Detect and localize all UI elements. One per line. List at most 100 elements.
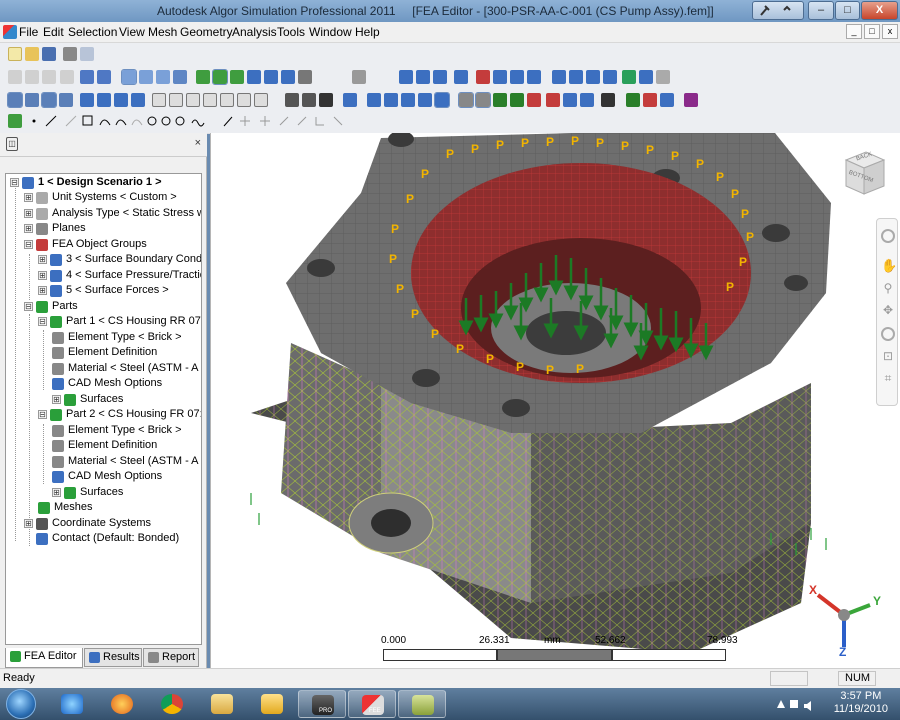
select-surfaces-icon[interactable] (196, 70, 210, 84)
view-cube-5-icon[interactable] (220, 93, 234, 107)
tree-item-contact[interactable]: Contact (Default: Bonded) (24, 532, 200, 547)
display-tool-12-icon[interactable] (510, 93, 524, 107)
display-tool-6-icon[interactable] (401, 93, 415, 107)
new-icon[interactable] (8, 47, 22, 61)
load-tool-1-icon[interactable] (552, 70, 566, 84)
display-tool-18-icon[interactable] (626, 93, 640, 107)
model-tool-4-icon[interactable] (527, 70, 541, 84)
taskbar-app-pro-icon[interactable]: PRO (298, 690, 346, 718)
select-nodes-icon[interactable] (281, 70, 295, 84)
taskbar-firefox-icon[interactable] (98, 690, 146, 718)
taskbar-ie-icon[interactable] (48, 690, 96, 718)
display-tool-11-icon[interactable] (493, 93, 507, 107)
view-tool-8-icon[interactable] (131, 93, 145, 107)
start-button[interactable] (6, 689, 36, 719)
select-edges-icon[interactable] (230, 70, 244, 84)
tree-item-group-3[interactable]: ⊞ 3 < Surface Boundary Condit (38, 253, 201, 268)
taskbar-explorer-icon[interactable] (198, 690, 246, 718)
save-icon[interactable] (42, 47, 56, 61)
model-tool-3-icon[interactable] (510, 70, 524, 84)
display-tool-20-icon[interactable] (660, 93, 674, 107)
tree-item-part1-element-type[interactable]: Element Type < Brick > (52, 331, 200, 346)
mesh-tool-1-icon[interactable] (399, 70, 413, 84)
display-tool-17-icon[interactable] (601, 93, 615, 107)
tree-item-part2-surfaces[interactable]: ⊞ Surfaces (52, 486, 200, 501)
display-tool-19-icon[interactable] (643, 93, 657, 107)
tree-item-group-5[interactable]: ⊞ 5 < Surface Forces > (38, 284, 200, 299)
sketch-tools-icon[interactable] (28, 113, 218, 129)
sketch-edit-tools-icon[interactable] (220, 113, 360, 129)
view-cube-7-icon[interactable] (254, 93, 268, 107)
view-tool-4-icon[interactable] (59, 93, 73, 107)
tree-item-fea-object-groups[interactable]: ⊟ FEA Object Groups (24, 238, 200, 253)
mdi-minimize-button[interactable]: _ (846, 24, 862, 39)
maximize-button[interactable]: □ (835, 1, 860, 20)
tree-item-parts[interactable]: ⊟ Parts (24, 300, 200, 315)
display-tool-4-icon[interactable] (367, 93, 381, 107)
tree-item-coordinate-systems[interactable]: ⊞ Coordinate Systems (24, 517, 200, 532)
tab-results[interactable]: Results (84, 648, 142, 667)
model-viewport[interactable]: PPP PPP PPP PPP PPP PP PPP PPP PPP PPP B… (210, 133, 900, 668)
taskbar-clock[interactable]: 3:57 PM 11/19/2010 (834, 690, 888, 716)
system-tray[interactable] (774, 696, 814, 712)
display-tool-10-icon[interactable] (475, 92, 491, 108)
minimize-button[interactable]: – (808, 1, 834, 20)
display-tool-1-icon[interactable] (285, 93, 299, 107)
taskbar-algor-icon[interactable]: FEE (348, 690, 396, 718)
load-tool-6-icon[interactable] (639, 70, 653, 84)
taskbar-outlook-icon[interactable] (248, 690, 296, 718)
fea-model-render[interactable]: PPP PPP PPP PPP PPP PP PPP PPP PPP PPP (211, 133, 900, 668)
zoom-icon[interactable] (173, 70, 187, 84)
select-parts-icon[interactable] (212, 69, 228, 85)
menu-view[interactable]: View (119, 25, 145, 39)
tree-item-part1-cad-mesh-options[interactable]: CAD Mesh Options (52, 377, 200, 392)
display-tool-7-icon[interactable] (418, 93, 432, 107)
look-icon[interactable]: ⊡ (881, 349, 895, 363)
load-tool-5-icon[interactable] (622, 70, 636, 84)
cut-icon[interactable] (8, 70, 22, 84)
load-tool-2-icon[interactable] (569, 70, 583, 84)
center-icon[interactable] (881, 327, 895, 341)
view-cube-6-icon[interactable] (237, 93, 251, 107)
print-icon[interactable] (63, 47, 77, 61)
display-tool-21-icon[interactable] (684, 93, 698, 107)
panel-close-icon[interactable]: × (195, 137, 201, 149)
close-button[interactable]: X (861, 1, 898, 20)
line-tool-icon[interactable] (352, 70, 366, 84)
view-cube[interactable]: BACK BOTTOM (836, 148, 888, 200)
view-tool-2-icon[interactable] (25, 93, 39, 107)
view-tool-6-icon[interactable] (97, 93, 111, 107)
taskbar-chrome-icon[interactable] (148, 690, 196, 718)
mesh-tool-3-icon[interactable] (433, 70, 447, 84)
tree-item-analysis-type[interactable]: ⊞ Analysis Type < Static Stress wit (24, 207, 201, 222)
fit-view-icon[interactable]: ⌗ (881, 371, 895, 385)
copy-icon[interactable] (25, 70, 39, 84)
menu-file[interactable]: File (19, 25, 38, 39)
view-cube-2-icon[interactable] (169, 93, 183, 107)
filter-icon[interactable] (298, 70, 312, 84)
tree-item-group-4[interactable]: ⊞ 4 < Surface Pressure/Traction (38, 269, 201, 284)
tree-item-part2-element-definition[interactable]: Element Definition (52, 439, 200, 454)
sketch-mode-icon[interactable] (8, 114, 22, 128)
tree-item-part2-material[interactable]: Material < Steel (ASTM - A (52, 455, 200, 470)
load-tool-7-icon[interactable] (656, 70, 670, 84)
display-tool-5-icon[interactable] (384, 93, 398, 107)
view-cube-3-icon[interactable] (186, 93, 200, 107)
view-tool-1-icon[interactable] (7, 92, 23, 108)
menu-help[interactable]: Help (355, 25, 380, 39)
select-lines-icon[interactable] (247, 70, 261, 84)
taskbar-notes-icon[interactable] (398, 690, 446, 718)
open-icon[interactable] (25, 47, 39, 61)
tree-item-meshes[interactable]: Meshes (38, 501, 200, 516)
select-pointer-icon[interactable] (121, 69, 137, 85)
pan-icon[interactable]: ✋ (881, 259, 897, 273)
menu-analysis[interactable]: Analysis (232, 25, 277, 39)
undo-icon[interactable] (80, 70, 94, 84)
paste-icon[interactable] (42, 70, 56, 84)
mesh-tool-2-icon[interactable] (416, 70, 430, 84)
view-tool-5-icon[interactable] (80, 93, 94, 107)
display-tool-14-icon[interactable] (546, 93, 560, 107)
load-tool-4-icon[interactable] (603, 70, 617, 84)
tree-item-part1-surfaces[interactable]: ⊞ Surfaces (52, 393, 200, 408)
load-tool-3-icon[interactable] (586, 70, 600, 84)
